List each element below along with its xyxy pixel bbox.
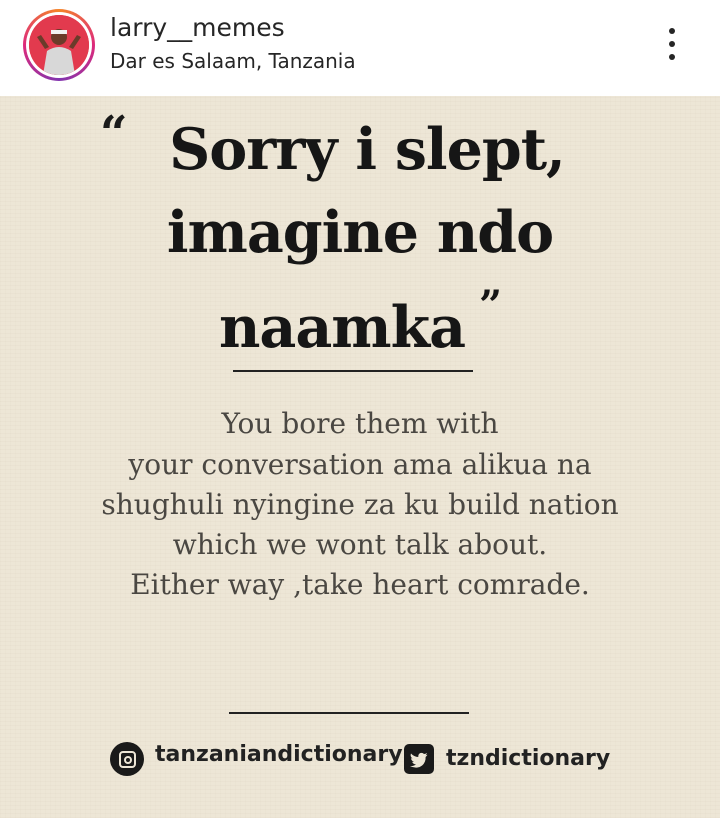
twitter-icon (404, 744, 434, 774)
post-footer (0, 818, 720, 837)
more-vertical-icon[interactable] (660, 24, 684, 64)
body-line-5: Either way ,take heart comrade. (130, 568, 590, 601)
body-line-2: your conversation ama alikua na (128, 448, 592, 481)
body-line-4: which we wont talk about. (172, 528, 548, 561)
avatar[interactable] (29, 15, 89, 75)
instagram-icon-lens (124, 756, 132, 764)
post-image[interactable]: “ Sorry i slept, imagine ndo naamka” You… (0, 96, 720, 818)
quote-line-2: imagine ndo (166, 199, 554, 266)
body-line-3: shughuli nyingine za ku build nation (101, 488, 619, 521)
post-header: larry__memes Dar es Salaam, Tanzania (0, 0, 720, 96)
quote-close-mark: ” (479, 282, 502, 329)
dot (669, 41, 675, 47)
dot (669, 54, 675, 60)
divider-top (233, 370, 473, 372)
quote-line-3-text: naamka (218, 294, 466, 361)
body-line-1: You bore them with (221, 407, 499, 440)
twitter-bird-icon (410, 752, 428, 768)
profile-avatar-icon (29, 15, 89, 75)
quote-line-3: naamka ” (0, 282, 720, 361)
avatar-border (26, 12, 92, 78)
instagram-handle: tanzaniandictionary (155, 742, 403, 767)
twitter-handle: tzndictionary (446, 746, 611, 771)
dot (669, 28, 675, 34)
username[interactable]: larry__memes (110, 13, 285, 42)
instagram-icon (110, 742, 144, 776)
divider-bottom (229, 712, 469, 714)
story-ring[interactable] (23, 9, 95, 81)
quote-line-1: Sorry i slept, (169, 116, 566, 183)
location[interactable]: Dar es Salaam, Tanzania (110, 49, 356, 73)
